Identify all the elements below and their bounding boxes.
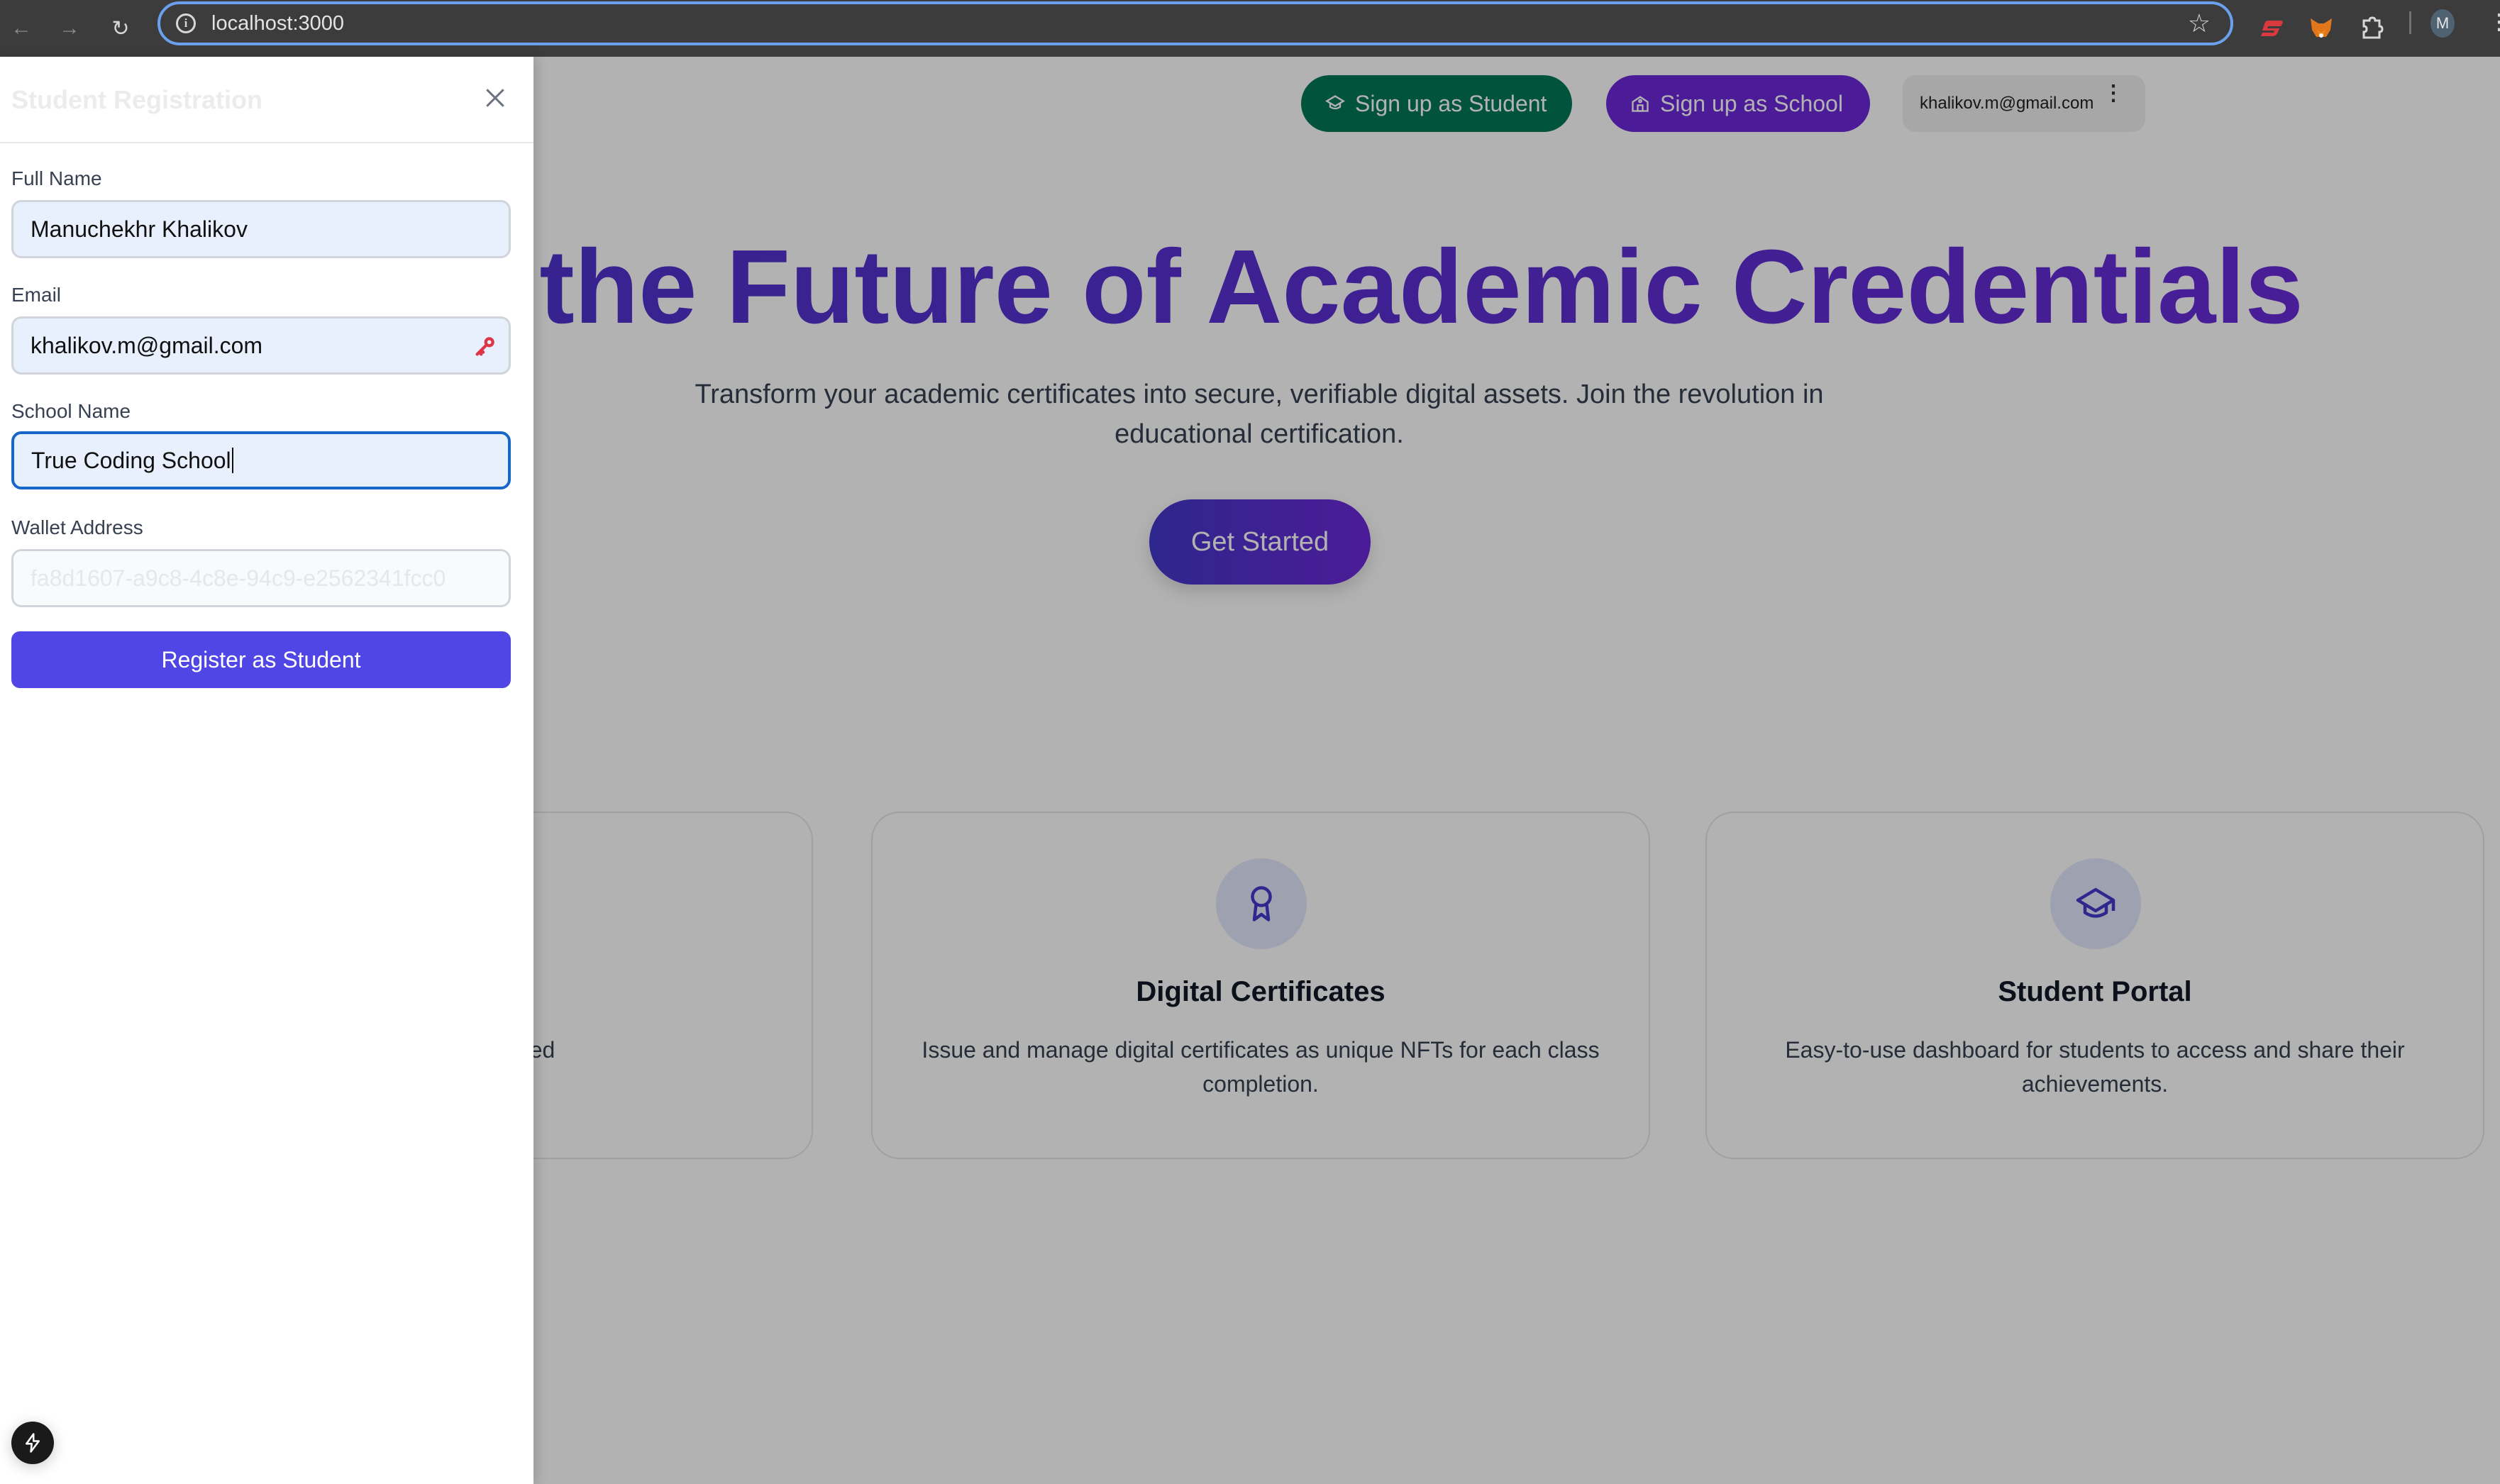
close-icon[interactable] bbox=[481, 84, 509, 112]
browser-toolbar: ← → ↻ i localhost:3000 ☆ M ⋮ bbox=[0, 0, 2500, 57]
email-input[interactable]: khalikov.m@gmail.com bbox=[11, 316, 511, 375]
forward-icon[interactable]: → bbox=[51, 10, 88, 47]
text-caret bbox=[231, 448, 233, 473]
register-as-student-button[interactable]: Register as Student bbox=[11, 631, 511, 688]
site-info-icon[interactable]: i bbox=[176, 13, 196, 33]
school-name-input[interactable]: True Coding School bbox=[11, 431, 511, 489]
back-icon[interactable]: ← bbox=[3, 10, 40, 47]
lightning-icon bbox=[26, 1433, 40, 1453]
url-text[interactable]: localhost:3000 bbox=[211, 12, 344, 35]
wallet-address-input: fa8d1607-a9c8-4c8e-94c9-e2562341fcc0 bbox=[11, 549, 511, 607]
extensions-puzzle-icon[interactable] bbox=[2354, 10, 2391, 47]
wallet-address-value: fa8d1607-a9c8-4c8e-94c9-e2562341fcc0 bbox=[31, 565, 446, 591]
expressvpn-extension-icon[interactable] bbox=[2253, 10, 2290, 47]
reload-icon[interactable]: ↻ bbox=[102, 10, 139, 47]
student-registration-drawer: Student Registration Full Name Manuchekh… bbox=[0, 57, 533, 1484]
toolbar-divider bbox=[2409, 11, 2411, 34]
address-bar[interactable]: i localhost:3000 ☆ bbox=[157, 1, 2233, 45]
metamask-extension-icon[interactable] bbox=[2303, 10, 2340, 47]
full-name-value: Manuchekhr Khalikov bbox=[31, 216, 248, 242]
drawer-title: Student Registration bbox=[11, 85, 263, 114]
email-label: Email bbox=[11, 284, 62, 306]
email-value: khalikov.m@gmail.com bbox=[31, 332, 263, 358]
full-name-label: Full Name bbox=[11, 167, 102, 189]
wallet-address-label: Wallet Address bbox=[11, 516, 143, 538]
school-name-label: School Name bbox=[11, 400, 131, 422]
password-manager-key-icon[interactable] bbox=[473, 334, 497, 358]
bookmark-star-icon[interactable]: ☆ bbox=[2188, 9, 2211, 38]
school-name-value: True Coding School bbox=[31, 447, 231, 473]
profile-avatar[interactable]: M bbox=[2430, 9, 2455, 38]
dev-tools-badge[interactable] bbox=[11, 1422, 54, 1464]
full-name-input[interactable]: Manuchekhr Khalikov bbox=[11, 200, 511, 258]
drawer-header: Student Registration bbox=[0, 57, 533, 143]
chrome-menu-icon[interactable]: ⋮ bbox=[2489, 10, 2500, 35]
